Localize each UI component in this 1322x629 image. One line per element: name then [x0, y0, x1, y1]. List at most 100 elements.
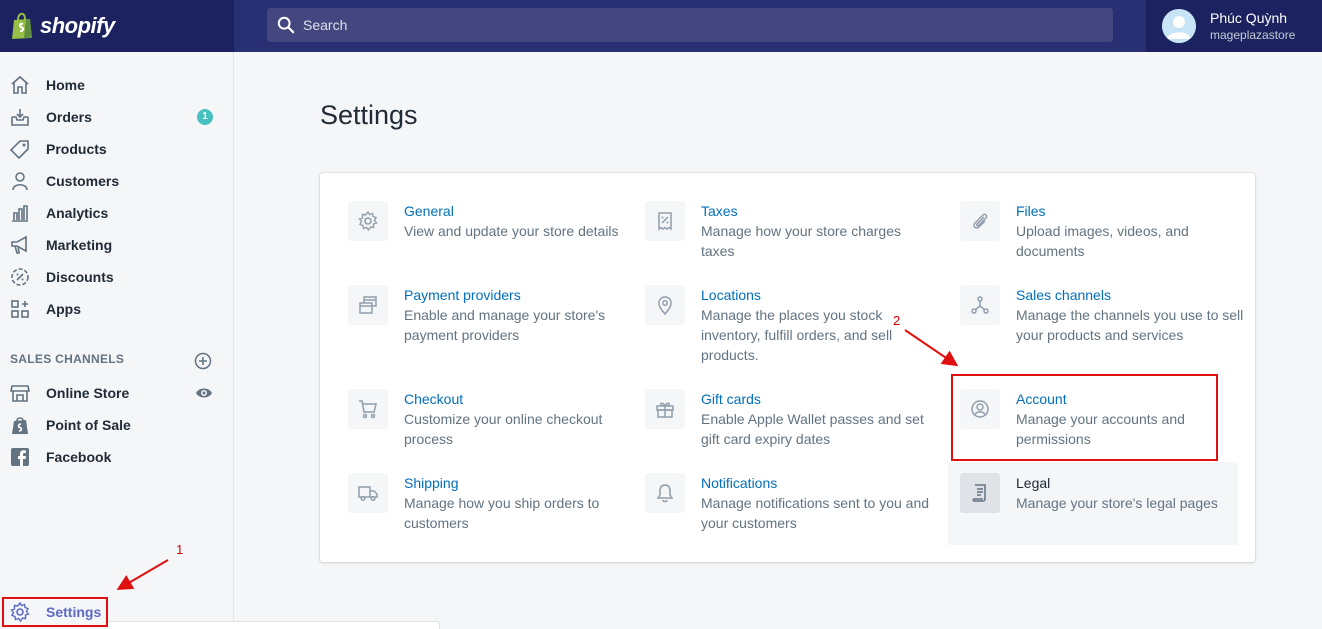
setting-general[interactable]: General View and update your store detai… [348, 201, 638, 241]
receipt-icon [658, 212, 672, 231]
setting-description: Customize your online checkout process [404, 411, 603, 447]
setting-title-link[interactable]: Files [1016, 201, 1250, 221]
setting-icon-box [645, 473, 685, 513]
topbar-search-area [234, 0, 1146, 52]
discount-icon [11, 268, 29, 286]
sidebar: Home Orders 1 Products Customers Analyti… [0, 52, 234, 629]
person-icon [12, 172, 28, 191]
facebook-icon [11, 448, 29, 466]
channels-icon [971, 296, 989, 314]
brand-name: shopify [40, 13, 115, 38]
setting-taxes[interactable]: Taxes Manage how your store charges taxe… [645, 201, 935, 261]
add-channel-icon[interactable] [194, 352, 212, 370]
shopify-logo[interactable]: shopify [0, 0, 234, 52]
shopify-bag-icon [12, 12, 32, 39]
setting-description: View and update your store details [404, 223, 619, 239]
page-title: Settings [320, 100, 418, 130]
setting-legal[interactable]: Legal Manage your store's legal pages [960, 473, 1250, 513]
setting-icon-box [645, 285, 685, 325]
apps-icon [11, 300, 29, 318]
sidebar-item-label: Home [46, 77, 85, 93]
setting-icon-box [960, 201, 1000, 241]
setting-title-link[interactable]: General [404, 201, 619, 221]
setting-title-link[interactable]: Payment providers [404, 285, 638, 305]
sidebar-item-discounts[interactable]: Discounts [0, 261, 233, 293]
account-highlight-box [951, 374, 1218, 461]
home-icon [11, 75, 29, 94]
setting-description: Enable Apple Wallet passes and set gift … [701, 411, 924, 447]
search-bar[interactable] [267, 8, 1113, 42]
setting-description: Manage your store's legal pages [1016, 495, 1218, 511]
setting-gift-cards[interactable]: Gift cards Enable Apple Wallet passes an… [645, 389, 935, 449]
setting-description: Manage how your store charges taxes [701, 223, 901, 259]
sidebar-item-label: Products [46, 141, 107, 157]
sidebar-item-label: Facebook [46, 449, 112, 465]
setting-title-link[interactable]: Taxes [701, 201, 935, 221]
sidebar-item-point-of-sale[interactable]: Point of Sale [0, 409, 233, 441]
sidebar-item-orders[interactable]: Orders 1 [0, 101, 233, 133]
setting-title-link[interactable]: Locations [701, 285, 935, 305]
setting-payment-providers[interactable]: Payment providers Enable and manage your… [348, 285, 638, 345]
setting-title-link[interactable]: Sales channels [1016, 285, 1250, 305]
setting-icon-box [348, 201, 388, 241]
annotation-step-2: 2 [893, 313, 901, 328]
cart-icon [359, 400, 377, 419]
location-icon [658, 296, 672, 315]
top-bar: shopify Phúc Quỳnh mageplazastore [0, 0, 1322, 52]
sidebar-item-label: Discounts [46, 269, 114, 285]
legal-icon [972, 484, 986, 502]
sidebar-item-label: Online Store [46, 385, 130, 401]
sidebar-item-label: Analytics [46, 205, 109, 221]
user-name: Phúc Quỳnh [1210, 10, 1288, 26]
annotation-step-1: 1 [176, 542, 184, 557]
sidebar-item-online-store[interactable]: Online Store [0, 377, 233, 409]
setting-sales-channels[interactable]: Sales channels Manage the channels you u… [960, 285, 1250, 345]
search-input[interactable] [303, 17, 1083, 33]
setting-files[interactable]: Files Upload images, videos, and documen… [960, 201, 1250, 261]
setting-icon-box [348, 389, 388, 429]
setting-description: Manage the channels you use to sell your… [1016, 307, 1244, 343]
setting-locations[interactable]: Locations Manage the places you stock in… [645, 285, 935, 365]
sidebar-item-home[interactable]: Home [0, 69, 233, 101]
setting-icon-box [348, 285, 388, 325]
avatar-person-icon [1162, 9, 1196, 43]
sidebar-item-label: Marketing [46, 237, 113, 253]
setting-icon-box [348, 473, 388, 513]
bottom-popover-edge [108, 621, 440, 629]
setting-icon-box [645, 201, 685, 241]
setting-title-link[interactable]: Checkout [404, 389, 638, 409]
search-icon [277, 16, 295, 34]
payment-icon [359, 296, 377, 314]
gift-icon [656, 402, 674, 418]
setting-icon-box [960, 473, 1000, 513]
setting-shipping[interactable]: Shipping Manage how you ship orders to c… [348, 473, 638, 533]
sidebar-item-marketing[interactable]: Marketing [0, 229, 233, 261]
setting-checkout[interactable]: Checkout Customize your online checkout … [348, 389, 638, 449]
sidebar-item-apps[interactable]: Apps [0, 293, 233, 325]
setting-description: Manage notifications sent to you and you… [701, 495, 930, 531]
user-info: Phúc Quỳnh mageplazastore [1210, 10, 1295, 42]
setting-title-link[interactable]: Shipping [404, 473, 638, 493]
store-icon [10, 385, 30, 402]
setting-description: Manage how you ship orders to customers [404, 495, 600, 531]
sidebar-item-analytics[interactable]: Analytics [0, 197, 233, 229]
setting-title-link[interactable]: Notifications [701, 473, 935, 493]
setting-title-link[interactable]: Legal [1016, 473, 1218, 493]
orders-count-badge: 1 [197, 109, 213, 125]
sidebar-item-customers[interactable]: Customers [0, 165, 233, 197]
user-menu[interactable]: Phúc Quỳnh mageplazastore [1146, 0, 1322, 52]
setting-notifications[interactable]: Notifications Manage notifications sent … [645, 473, 935, 533]
setting-title-link[interactable]: Gift cards [701, 389, 935, 409]
sidebar-item-facebook[interactable]: Facebook [0, 441, 233, 473]
sidebar-item-products[interactable]: Products [0, 133, 233, 165]
setting-description: Upload images, videos, and documents [1016, 223, 1189, 259]
eye-icon[interactable] [195, 384, 213, 402]
sidebar-item-label: Point of Sale [46, 417, 131, 433]
truck-icon [358, 486, 378, 502]
sales-channels-heading: SALES CHANNELS [10, 352, 125, 366]
paperclip-icon [973, 213, 988, 229]
setting-icon-box [960, 285, 1000, 325]
settings-highlight-box [2, 597, 108, 627]
setting-icon-box [645, 389, 685, 429]
bar-chart-icon [12, 205, 28, 222]
